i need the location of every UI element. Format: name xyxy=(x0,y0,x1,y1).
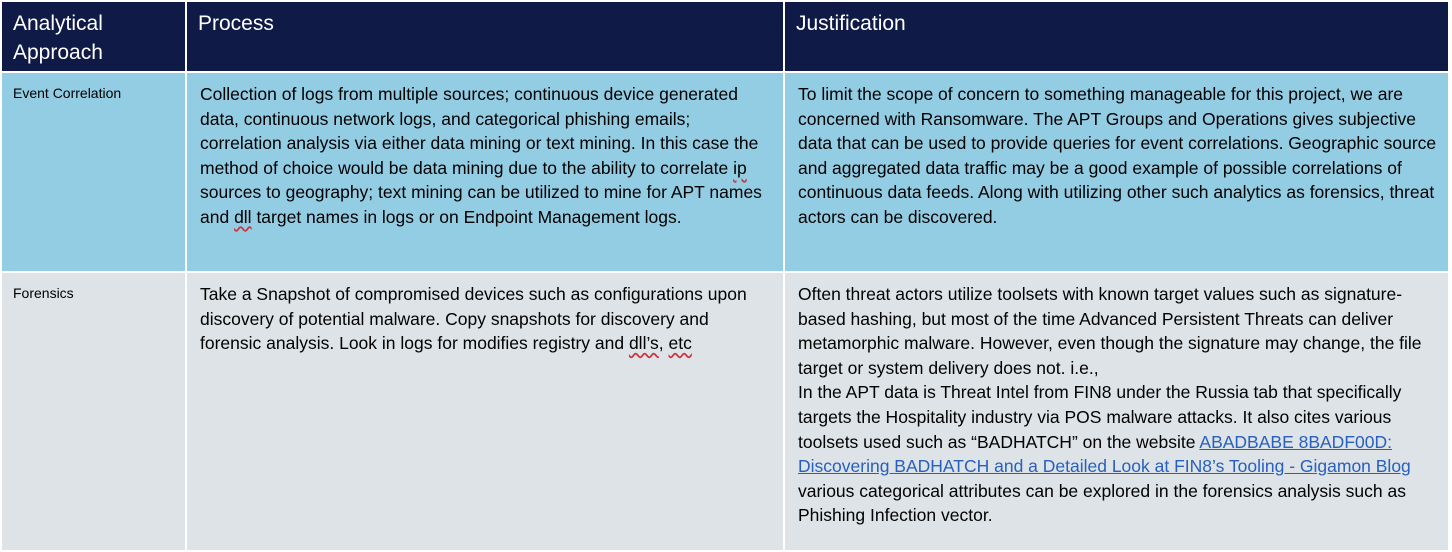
justification-cell: Often threat actors utilize toolsets wit… xyxy=(783,271,1450,552)
spellcheck-word[interactable]: dll’s xyxy=(629,333,659,353)
table-row-forensics: Forensics Take a Snapshot of compromised… xyxy=(0,271,1450,552)
header-justification: Justification xyxy=(783,0,1450,73)
header-analytical-approach: Analytical Approach xyxy=(0,0,187,73)
process-text: , xyxy=(658,333,669,354)
spellcheck-word[interactable]: dll xyxy=(234,207,252,227)
justification-text: Often threat actors utilize toolsets wit… xyxy=(798,284,1422,378)
process-cell: Take a Snapshot of compromised devices s… xyxy=(185,271,785,552)
spellcheck-word[interactable]: ip xyxy=(733,158,747,178)
approach-cell: Event Correlation xyxy=(0,71,187,273)
process-cell: Collection of logs from multiple sources… xyxy=(185,71,785,273)
process-text: Collection of logs from multiple sources… xyxy=(200,84,759,178)
process-text: target names in logs or on Endpoint Mana… xyxy=(251,206,682,227)
justification-cell: To limit the scope of concern to somethi… xyxy=(783,71,1450,273)
header-process: Process xyxy=(185,0,785,73)
analysis-table: Analytical Approach Process Justificatio… xyxy=(0,0,1450,552)
approach-cell: Forensics xyxy=(0,271,187,552)
header-row: Analytical Approach Process Justificatio… xyxy=(0,0,1450,73)
spellcheck-word[interactable]: etc xyxy=(669,333,692,353)
justification-text: various categorical attributes can be ex… xyxy=(798,480,1406,526)
table-row-event-correlation: Event Correlation Collection of logs fro… xyxy=(0,71,1450,273)
